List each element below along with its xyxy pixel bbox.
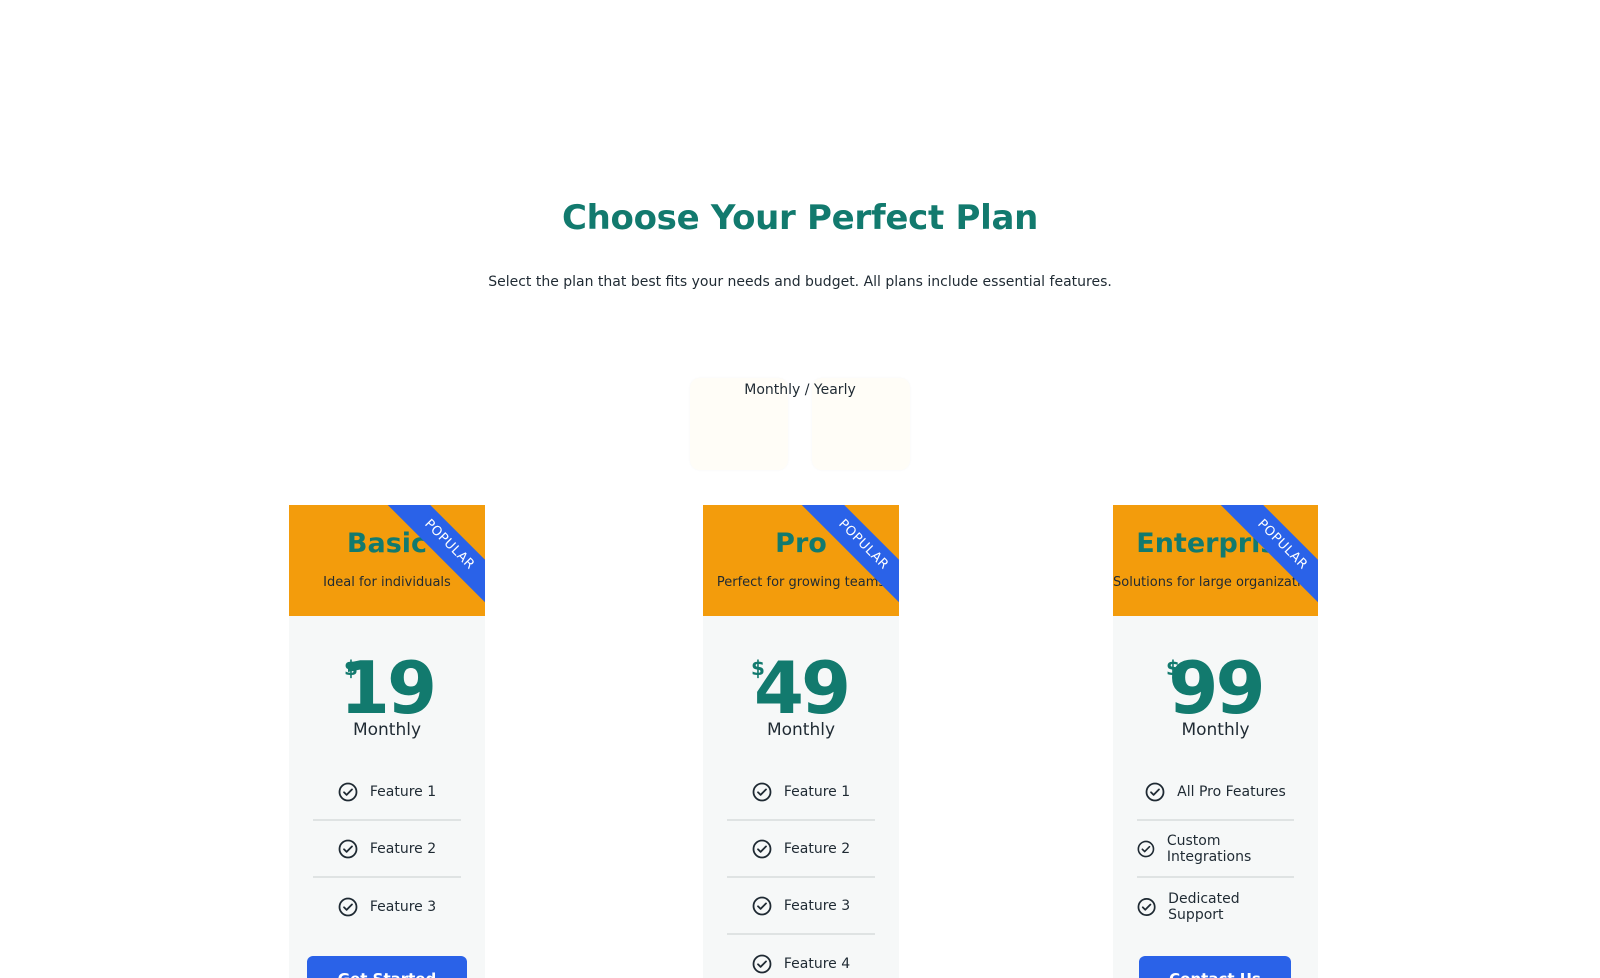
feature-label: Feature 2 — [783, 840, 851, 857]
price-amount: 49 — [753, 646, 851, 730]
feature-label: Feature 3 — [369, 898, 437, 915]
feature-label: Feature 3 — [783, 897, 851, 914]
feature-item: All Pro Features — [1137, 764, 1294, 821]
page-subtitle: Select the plan that best fits your need… — [488, 274, 1112, 290]
billing-period: Monthly — [1181, 720, 1250, 740]
price-amount: 19 — [339, 646, 437, 730]
feature-label: Custom Integrations — [1166, 832, 1252, 865]
plan-description: Ideal for individuals — [323, 575, 451, 590]
billing-toggle-label: Monthly / Yearly — [744, 382, 856, 398]
check-circle-icon — [752, 954, 772, 973]
feature-list: Feature 1 Feature 2 Feature 3 Feature 4 — [703, 764, 899, 978]
contact-us-button[interactable]: Contact Us — [1139, 956, 1291, 978]
check-circle-icon — [752, 782, 772, 801]
feature-list: Feature 1 Feature 2 Feature 3 — [289, 764, 485, 935]
page-title: Choose Your Perfect Plan — [561, 198, 1039, 238]
check-circle-icon — [1137, 897, 1156, 916]
pricing-page: Choose Your Perfect Plan Select the plan… — [0, 0, 1600, 978]
feature-item: Feature 2 — [313, 821, 461, 878]
feature-label: Feature 1 — [369, 783, 437, 800]
plan-price: $ 99 Monthly — [1113, 616, 1318, 764]
feature-label: Feature 1 — [783, 783, 851, 800]
plan-description: Perfect for growing teams — [716, 575, 886, 590]
plan-card-header: Enterprise Solutions for large organizat… — [1113, 505, 1318, 616]
feature-label: Feature 2 — [369, 840, 437, 857]
check-circle-icon — [338, 782, 358, 801]
feature-list: All Pro Features Custom Integrations Ded… — [1113, 764, 1318, 935]
check-circle-icon — [338, 897, 358, 916]
check-circle-icon — [752, 896, 772, 915]
price-amount: 99 — [1168, 646, 1265, 730]
feature-item: Feature 1 — [313, 764, 461, 821]
plan-card-basic: Basic Ideal for individuals POPULAR $ 19… — [289, 505, 485, 978]
feature-item: Feature 1 — [727, 764, 875, 821]
billing-period: Monthly — [352, 720, 422, 740]
feature-label: Feature 4 — [783, 955, 851, 972]
feature-item: Feature 3 — [313, 878, 461, 935]
feature-label: All Pro Features — [1177, 783, 1286, 800]
plan-card-header: Pro Perfect for growing teams POPULAR — [703, 505, 899, 616]
check-circle-icon — [338, 839, 358, 858]
billing-period: Monthly — [766, 720, 836, 740]
check-circle-icon — [752, 839, 772, 858]
feature-item: Feature 2 — [727, 821, 875, 878]
feature-item: Dedicated Support — [1137, 878, 1294, 935]
plan-price: $ 19 Monthly — [289, 616, 485, 764]
plan-card-header: Basic Ideal for individuals POPULAR — [289, 505, 485, 616]
get-started-button[interactable]: Get Started — [307, 956, 467, 978]
plan-card-enterprise: Enterprise Solutions for large organizat… — [1113, 505, 1318, 978]
feature-item: Custom Integrations — [1137, 821, 1294, 878]
feature-item: Feature 4 — [727, 935, 875, 978]
check-circle-icon — [1145, 782, 1165, 801]
check-circle-icon — [1137, 840, 1155, 857]
feature-label: Dedicated Support — [1168, 890, 1240, 923]
plan-price: $ 49 Monthly — [703, 616, 899, 764]
plan-description: Solutions for large organizations — [1113, 575, 1318, 590]
feature-item: Feature 3 — [727, 878, 875, 935]
plan-card-pro: Pro Perfect for growing teams POPULAR $ … — [703, 505, 899, 978]
